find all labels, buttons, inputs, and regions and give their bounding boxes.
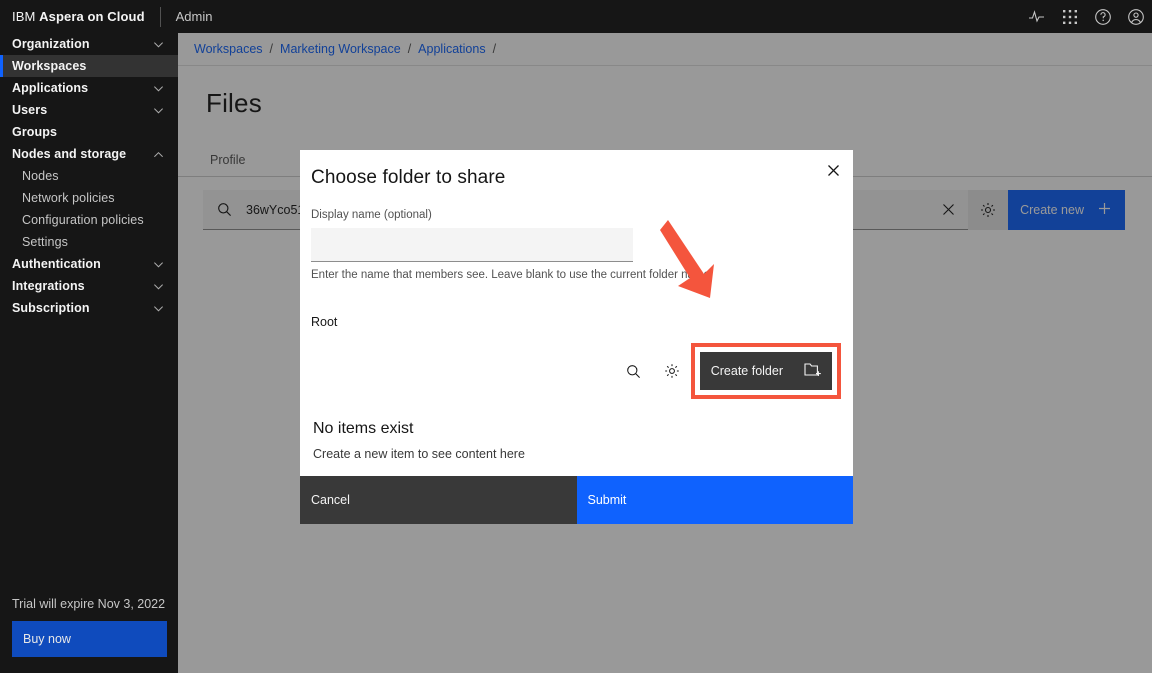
- top-header: IBM Aspera on Cloud Admin: [0, 0, 1152, 33]
- trial-expiry-text: Trial will expire Nov 3, 2022: [12, 597, 166, 611]
- create-folder-button[interactable]: Create folder: [699, 352, 832, 390]
- sidebar-item-applications[interactable]: Applications: [0, 77, 178, 99]
- user-avatar-icon[interactable]: [1119, 0, 1152, 33]
- header-actions: [1020, 0, 1152, 33]
- sidebar-item-nodes-and-storage[interactable]: Nodes and storage: [0, 143, 178, 165]
- sidebar-item-nodes[interactable]: Nodes: [0, 165, 178, 187]
- modal-title: Choose folder to share: [311, 167, 506, 188]
- sidebar-item-label: Subscription: [12, 301, 90, 315]
- sidebar-item-settings[interactable]: Settings: [0, 231, 178, 253]
- close-icon[interactable]: [813, 150, 853, 190]
- sidebar-item-workspaces[interactable]: Workspaces: [0, 55, 178, 77]
- app-root: IBM Aspera on Cloud Admin Organization W…: [0, 0, 1152, 673]
- brand-name: Aspera on Cloud: [39, 9, 145, 24]
- empty-state-title: No items exist: [313, 420, 414, 437]
- chevron-up-icon[interactable]: [153, 149, 164, 160]
- sidebar-item-label: Applications: [12, 81, 89, 95]
- sidebar-item-label: Users: [12, 103, 48, 117]
- sidebar-item-label: Organization: [12, 37, 90, 51]
- choose-folder-modal: Choose folder to share Display name (opt…: [300, 150, 853, 524]
- chevron-down-icon[interactable]: [153, 39, 164, 50]
- sidebar-item-label: Settings: [22, 235, 68, 249]
- chevron-down-icon[interactable]: [153, 259, 164, 270]
- sidebar-item-network-policies[interactable]: Network policies: [0, 187, 178, 209]
- sidebar-item-label: Authentication: [12, 257, 101, 271]
- chevron-down-icon[interactable]: [153, 303, 164, 314]
- chevron-down-icon[interactable]: [153, 281, 164, 292]
- display-name-help-text: Enter the name that members see. Leave b…: [311, 269, 714, 281]
- chevron-down-icon[interactable]: [153, 105, 164, 116]
- sidebar-item-label: Nodes: [22, 169, 59, 183]
- create-folder-label: Create folder: [710, 364, 783, 378]
- empty-state-subtitle: Create a new item to see content here: [313, 447, 525, 461]
- brand-prefix: IBM: [12, 9, 40, 24]
- sidebar-item-integrations[interactable]: Integrations: [0, 275, 178, 297]
- folder-search-icon[interactable]: [615, 352, 653, 390]
- folder-add-icon: [804, 362, 821, 380]
- trial-section: Trial will expire Nov 3, 2022 Buy now: [0, 597, 178, 673]
- activity-icon[interactable]: [1020, 0, 1053, 33]
- chevron-down-icon[interactable]: [153, 83, 164, 94]
- display-name-field-group: Display name (optional) Enter the name t…: [300, 189, 853, 281]
- sidebar-item-label: Nodes and storage: [12, 147, 127, 161]
- sidebar: Organization Workspaces Applications Users G…: [0, 33, 178, 673]
- header-divider: [159, 6, 161, 27]
- brand-title[interactable]: IBM Aspera on Cloud: [0, 9, 145, 24]
- buy-now-button[interactable]: Buy now: [12, 621, 167, 657]
- sidebar-nav: Organization Workspaces Applications Users G…: [0, 33, 178, 597]
- display-name-input[interactable]: [311, 228, 633, 262]
- help-icon[interactable]: [1086, 0, 1119, 33]
- sidebar-item-label: Configuration policies: [22, 213, 144, 227]
- sidebar-item-label: Integrations: [12, 279, 85, 293]
- sidebar-item-authentication[interactable]: Authentication: [0, 253, 178, 275]
- modal-footer: Cancel Submit: [300, 476, 853, 524]
- folder-toolbar: Create folder: [300, 329, 853, 399]
- create-folder-highlight: Create folder: [690, 343, 841, 399]
- app-switcher-icon[interactable]: [1053, 0, 1086, 33]
- sidebar-item-groups[interactable]: Groups: [0, 121, 178, 143]
- submit-button[interactable]: Submit: [576, 476, 853, 524]
- folder-settings-icon[interactable]: [653, 352, 691, 390]
- cancel-button[interactable]: Cancel: [300, 476, 577, 524]
- admin-label[interactable]: Admin: [176, 9, 213, 24]
- sidebar-item-label: Workspaces: [12, 59, 87, 73]
- sidebar-item-subscription[interactable]: Subscription: [0, 297, 178, 319]
- sidebar-item-organization[interactable]: Organization: [0, 33, 178, 55]
- sidebar-item-label: Groups: [12, 125, 58, 139]
- sidebar-item-configuration-policies[interactable]: Configuration policies: [0, 209, 178, 231]
- display-name-label: Display name (optional): [311, 209, 432, 221]
- sidebar-item-label: Network policies: [22, 191, 115, 205]
- modal-body: Choose folder to share Display name (opt…: [300, 150, 853, 476]
- sidebar-item-users[interactable]: Users: [0, 99, 178, 121]
- root-label: Root: [311, 315, 338, 329]
